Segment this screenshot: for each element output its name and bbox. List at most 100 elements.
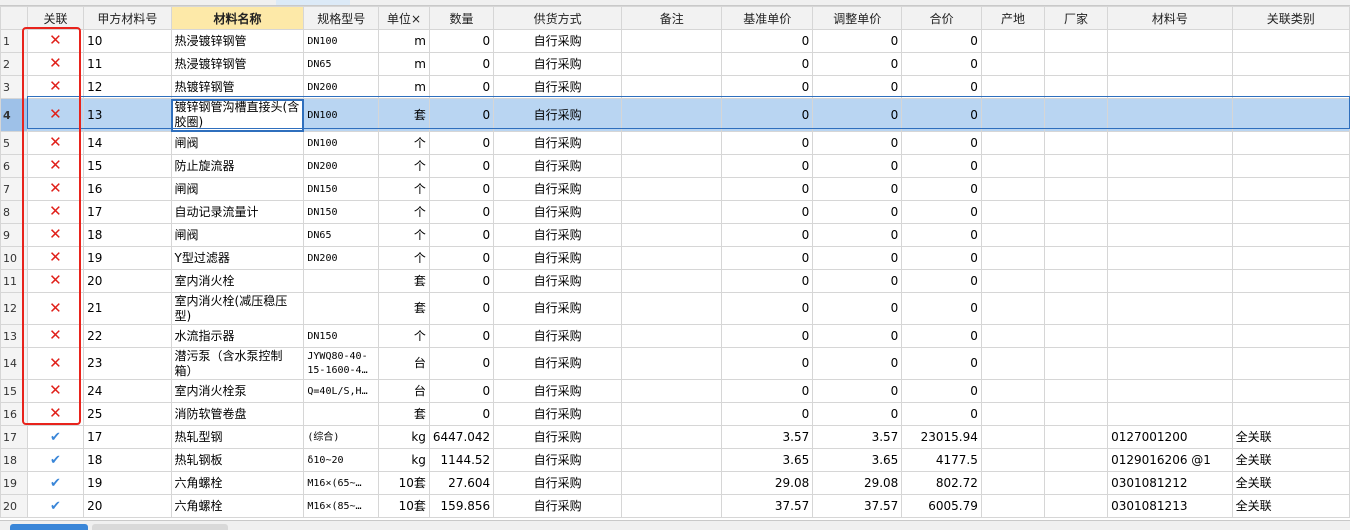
- adjusted-price-cell[interactable]: 0: [812, 52, 903, 76]
- note-cell[interactable]: [621, 154, 723, 178]
- party-code-cell[interactable]: 18: [83, 223, 172, 247]
- table-row[interactable]: 19 ✔ 19 六角螺栓 M16×(65~… 10套 27.604 自行采购 29.08 29.0…: [0, 471, 1350, 495]
- material-no-cell[interactable]: [1107, 223, 1233, 247]
- header-adjusted-price[interactable]: 调整单价: [812, 6, 903, 30]
- manufacturer-cell[interactable]: [1043, 324, 1109, 348]
- spec-cell[interactable]: DN150: [303, 324, 380, 348]
- unit-cell[interactable]: 10套: [378, 494, 430, 518]
- header-total[interactable]: 合价: [901, 6, 982, 30]
- link-category-cell[interactable]: [1231, 324, 1350, 348]
- note-cell[interactable]: [621, 494, 723, 518]
- unit-cell[interactable]: 个: [378, 131, 430, 155]
- note-cell[interactable]: [621, 29, 723, 53]
- supply-cell[interactable]: 自行采购: [493, 131, 623, 155]
- supply-cell[interactable]: 自行采购: [493, 448, 623, 472]
- material-no-cell[interactable]: [1107, 154, 1233, 178]
- manufacturer-cell[interactable]: [1043, 177, 1109, 201]
- adjusted-price-cell[interactable]: 0: [812, 29, 903, 53]
- row-number[interactable]: 12: [0, 292, 28, 325]
- spec-cell[interactable]: δ10~20: [303, 448, 380, 472]
- origin-cell[interactable]: [980, 177, 1046, 201]
- link-cell[interactable]: ✔: [26, 471, 85, 495]
- row-number[interactable]: 1: [0, 29, 28, 53]
- link-cell[interactable]: ✕: [26, 292, 85, 325]
- header-material-no[interactable]: 材料号: [1107, 6, 1233, 30]
- link-cell[interactable]: ✕: [26, 379, 85, 403]
- header-spec[interactable]: 规格型号: [303, 6, 380, 30]
- material-name-cell[interactable]: 自动记录流量计: [170, 200, 305, 224]
- unit-cell[interactable]: kg: [378, 448, 430, 472]
- unit-cell[interactable]: 个: [378, 200, 430, 224]
- header-note[interactable]: 备注: [621, 6, 723, 30]
- row-number[interactable]: 11: [0, 269, 28, 293]
- x-icon[interactable]: ✕: [49, 404, 62, 422]
- spec-cell[interactable]: Q=40L/S,H…: [303, 379, 380, 403]
- total-cell[interactable]: 0: [901, 200, 982, 224]
- header-material-name[interactable]: 材料名称: [170, 6, 305, 30]
- spec-cell[interactable]: DN100: [303, 29, 380, 53]
- link-category-cell[interactable]: [1231, 379, 1350, 403]
- link-cell[interactable]: ✕: [26, 402, 85, 426]
- origin-cell[interactable]: [980, 29, 1046, 53]
- quantity-cell[interactable]: 0: [428, 200, 495, 224]
- link-category-cell[interactable]: [1231, 347, 1350, 380]
- check-icon[interactable]: ✔: [50, 453, 61, 468]
- material-no-cell[interactable]: [1107, 379, 1233, 403]
- link-cell[interactable]: ✕: [26, 177, 85, 201]
- adjusted-price-cell[interactable]: 3.57: [812, 425, 903, 449]
- manufacturer-cell[interactable]: [1043, 131, 1109, 155]
- link-category-cell[interactable]: 全关联: [1231, 425, 1350, 449]
- base-price-cell[interactable]: 29.08: [721, 471, 814, 495]
- party-code-cell[interactable]: 20: [83, 494, 172, 518]
- manufacturer-cell[interactable]: [1043, 29, 1109, 53]
- base-price-cell[interactable]: 0: [721, 131, 814, 155]
- total-cell[interactable]: 0: [901, 324, 982, 348]
- check-icon[interactable]: ✔: [50, 499, 61, 514]
- total-cell[interactable]: 0: [901, 292, 982, 325]
- unit-cell[interactable]: m: [378, 29, 430, 53]
- base-price-cell[interactable]: 0: [721, 347, 814, 380]
- origin-cell[interactable]: [980, 52, 1046, 76]
- supply-cell[interactable]: 自行采购: [493, 154, 623, 178]
- link-cell[interactable]: ✕: [26, 52, 85, 76]
- header-link-category[interactable]: 关联类别: [1231, 6, 1350, 30]
- spec-cell[interactable]: DN200: [303, 75, 380, 99]
- x-icon[interactable]: ✕: [49, 54, 62, 72]
- material-name-cell[interactable]: 热轧钢板: [170, 448, 305, 472]
- supply-cell[interactable]: 自行采购: [493, 29, 623, 53]
- base-price-cell[interactable]: 0: [721, 154, 814, 178]
- manufacturer-cell[interactable]: [1043, 269, 1109, 293]
- row-number[interactable]: 4: [0, 98, 28, 132]
- material-name-cell[interactable]: 六角螺栓: [170, 471, 305, 495]
- base-price-cell[interactable]: 0: [721, 269, 814, 293]
- quantity-cell[interactable]: 0: [428, 324, 495, 348]
- manufacturer-cell[interactable]: [1043, 98, 1109, 132]
- x-icon[interactable]: ✕: [49, 31, 62, 49]
- material-name-cell[interactable]: 室内消火栓: [170, 269, 305, 293]
- table-row[interactable]: 6 ✕ 15 防止旋流器 DN200 个 0 自行采购 0 0 0: [0, 154, 1350, 178]
- manufacturer-cell[interactable]: [1043, 75, 1109, 99]
- manufacturer-cell[interactable]: [1043, 402, 1109, 426]
- material-name-cell[interactable]: 潜污泵（含水泵控制箱）: [170, 347, 305, 380]
- manufacturer-cell[interactable]: [1043, 425, 1109, 449]
- adjusted-price-cell[interactable]: 0: [812, 269, 903, 293]
- table-row[interactable]: 3 ✕ 12 热镀锌钢管 DN200 m 0 自行采购 0 0 0: [0, 75, 1350, 99]
- supply-cell[interactable]: 自行采购: [493, 324, 623, 348]
- total-cell[interactable]: 0: [901, 154, 982, 178]
- material-name-cell[interactable]: 防止旋流器: [170, 154, 305, 178]
- table-row[interactable]: 15 ✕ 24 室内消火栓泵 Q=40L/S,H… 台 0 自行采购 0 0 0: [0, 379, 1350, 403]
- spec-cell[interactable]: DN150: [303, 200, 380, 224]
- table-row[interactable]: 5 ✕ 14 闸阀 DN100 个 0 自行采购 0 0 0: [0, 131, 1350, 155]
- party-code-cell[interactable]: 10: [83, 29, 172, 53]
- link-cell[interactable]: ✔: [26, 494, 85, 518]
- quantity-cell[interactable]: 159.856: [428, 494, 495, 518]
- material-no-cell[interactable]: 0301081212: [1107, 471, 1233, 495]
- row-number[interactable]: 2: [0, 52, 28, 76]
- spec-cell[interactable]: DN65: [303, 223, 380, 247]
- header-unit[interactable]: 单位×: [378, 6, 430, 30]
- base-price-cell[interactable]: 0: [721, 200, 814, 224]
- material-name-cell[interactable]: 闸阀: [170, 223, 305, 247]
- origin-cell[interactable]: [980, 154, 1046, 178]
- origin-cell[interactable]: [980, 269, 1046, 293]
- supply-cell[interactable]: 自行采购: [493, 75, 623, 99]
